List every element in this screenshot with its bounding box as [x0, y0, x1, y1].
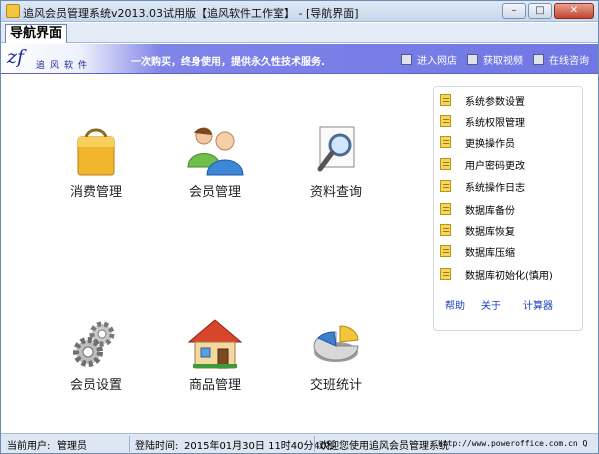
- panel-item-db-init[interactable]: 数据库初始化(慎用): [440, 267, 553, 282]
- tile-consumption[interactable]: 消费管理: [46, 125, 146, 200]
- panel-item-permissions[interactable]: 系统权限管理: [440, 114, 525, 129]
- note-icon: [440, 268, 451, 280]
- tile-query[interactable]: 资料查询: [286, 125, 386, 200]
- note-icon: [440, 158, 451, 170]
- note-icon: [440, 224, 451, 236]
- magnifier-icon: [306, 125, 366, 177]
- shopping-bag-icon: [66, 125, 126, 177]
- minimize-button[interactable]: –: [502, 3, 526, 19]
- app-window: 追风会员管理系统v2013.03试用版【追风软件工作室】 - [导航界面] – …: [0, 0, 599, 454]
- pie-chart-icon: [306, 318, 366, 370]
- maximize-button[interactable]: □: [528, 3, 552, 19]
- users-icon: [185, 125, 245, 177]
- panel-item-db-backup[interactable]: 数据库备份: [440, 202, 515, 217]
- panel-item-db-restore[interactable]: 数据库恢复: [440, 223, 515, 238]
- tile-member-settings[interactable]: 会员设置: [46, 318, 146, 393]
- status-user-value: 管理员: [57, 441, 87, 452]
- header-banner: zf 追风软件 一次购买，终身使用，提供永久性技术服务. 进入网店 获取视频 在…: [1, 44, 598, 74]
- panel-item-change-operator[interactable]: 更换操作员: [440, 135, 515, 150]
- tile-members[interactable]: 会员管理: [165, 125, 265, 200]
- window-title: 追风会员管理系统v2013.03试用版【追风软件工作室】 - [导航界面]: [23, 7, 359, 20]
- checkbox-icon: [533, 53, 544, 65]
- slogan: 一次购买，终身使用，提供永久性技术服务.: [131, 57, 325, 68]
- tile-products[interactable]: 商品管理: [165, 318, 265, 393]
- tab-navigation[interactable]: 导航界面: [5, 24, 68, 43]
- logo-mark: zf: [7, 46, 25, 68]
- note-icon: [440, 203, 451, 215]
- calculator-link[interactable]: 计算器: [523, 297, 553, 312]
- status-welcome: 欢迎您使用追风会员管理系统: [319, 441, 449, 452]
- note-icon: [440, 115, 451, 127]
- status-login-label: 登陆时间:: [135, 441, 179, 452]
- navigation-area: 消费管理 会员管理 资料查询 会员设置 商品管理 交班统计 系统参数设置 系统权…: [1, 75, 598, 433]
- about-link[interactable]: 关于: [481, 297, 501, 312]
- panel-item-change-password[interactable]: 用户密码更改: [440, 157, 525, 172]
- house-icon: [185, 318, 245, 370]
- link-shop[interactable]: 进入网店: [401, 52, 457, 67]
- system-panel: 系统参数设置 系统权限管理 更换操作员 用户密码更改 系统操作日志 数据库备份 …: [433, 86, 583, 331]
- gears-icon: [66, 318, 126, 370]
- checkbox-icon: [467, 53, 478, 65]
- panel-item-sys-params[interactable]: 系统参数设置: [440, 93, 525, 108]
- status-bar: 当前用户: 管理员 登陆时间: 2015年01月30日 11时40分40秒 欢迎…: [1, 433, 598, 453]
- link-consult[interactable]: 在线咨询: [533, 52, 589, 67]
- help-link[interactable]: 帮助: [445, 297, 465, 312]
- status-url: http://www.poweroffice.com.cn Q: [438, 439, 588, 448]
- status-user-label: 当前用户:: [7, 441, 51, 452]
- close-button[interactable]: ✕: [554, 3, 594, 19]
- link-video[interactable]: 获取视频: [467, 52, 523, 67]
- note-icon: [440, 180, 451, 192]
- panel-item-db-compress[interactable]: 数据库压缩: [440, 244, 515, 259]
- tab-strip: 导航界面: [1, 23, 598, 43]
- panel-item-operation-log[interactable]: 系统操作日志: [440, 179, 525, 194]
- note-icon: [440, 245, 451, 257]
- note-icon: [440, 136, 451, 148]
- window-controls: – □ ✕: [502, 3, 594, 19]
- status-separator: [314, 436, 315, 452]
- tile-shift-stats[interactable]: 交班统计: [286, 318, 386, 393]
- app-icon: [6, 4, 20, 18]
- status-separator: [129, 436, 130, 452]
- checkbox-icon: [401, 53, 412, 65]
- title-bar[interactable]: 追风会员管理系统v2013.03试用版【追风软件工作室】 - [导航界面] – …: [1, 1, 598, 22]
- logo-text: 追风软件: [36, 61, 93, 71]
- note-icon: [440, 94, 451, 106]
